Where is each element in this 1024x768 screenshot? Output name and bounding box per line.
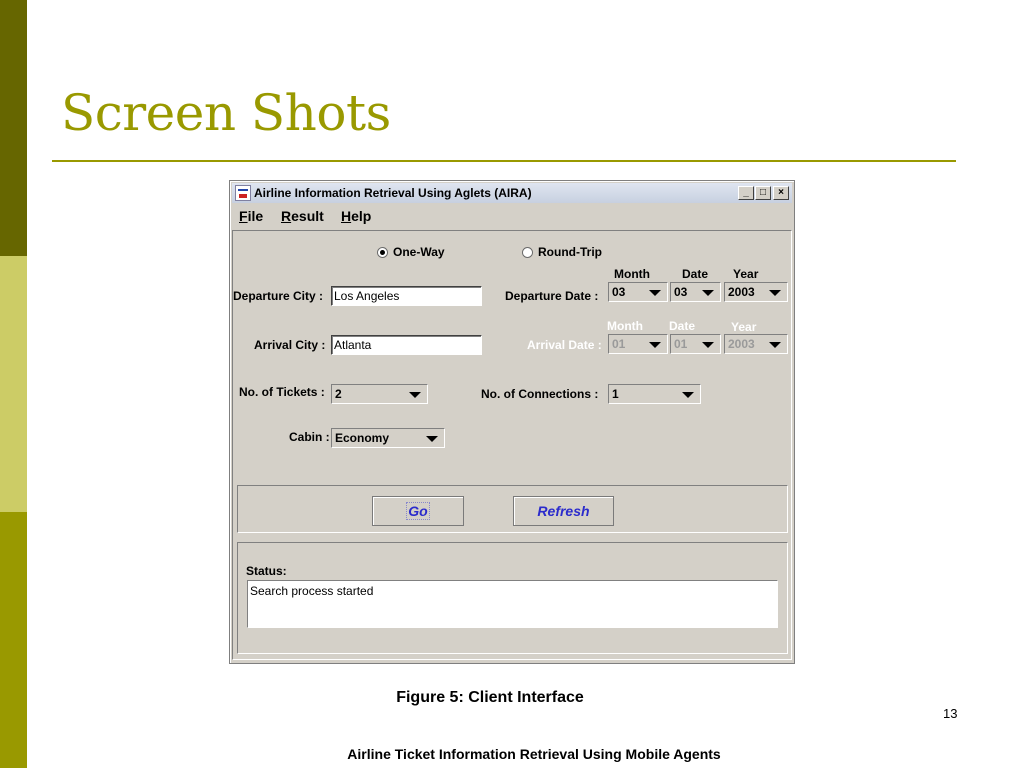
figure-caption: Figure 5: Client Interface [396, 689, 584, 706]
status-label: Status: [246, 564, 287, 578]
action-button-panel: Go Refresh [237, 485, 788, 533]
tickets-select[interactable]: 2 [331, 384, 428, 404]
menu-result-mnemonic: R [281, 208, 292, 224]
menu-help[interactable]: Help [341, 208, 371, 224]
window-titlebar[interactable]: Airline Information Retrieval Using Agle… [232, 183, 792, 203]
close-button[interactable]: × [773, 186, 789, 200]
departure-date-label: Date [682, 267, 709, 281]
round-trip-radio[interactable] [522, 247, 533, 258]
title-divider [52, 160, 956, 162]
refresh-button[interactable]: Refresh [513, 496, 614, 526]
slide-bar-top [0, 0, 27, 256]
chevron-down-icon [426, 436, 438, 442]
menu-result[interactable]: Result [281, 208, 324, 224]
arrival-day-value: 01 [674, 337, 688, 351]
arrival-city-input[interactable]: Atlanta [331, 335, 482, 355]
window-title: Airline Information Retrieval Using Agle… [254, 186, 532, 200]
arrival-month-value: 01 [612, 337, 626, 351]
go-button[interactable]: Go [372, 496, 464, 526]
round-trip-label[interactable]: Round-Trip [538, 245, 602, 259]
slide-title: Screen Shots [61, 84, 391, 142]
menu-result-label: esult [291, 208, 324, 224]
connections-label: No. of Connections : [481, 387, 599, 401]
app-window: Airline Information Retrieval Using Agle… [229, 180, 795, 664]
slide-bar-bottom [0, 512, 27, 768]
cabin-label: Cabin : [289, 430, 330, 444]
arrival-date-field-label: Arrival Date : [527, 338, 602, 352]
chevron-down-icon [769, 342, 781, 348]
departure-year-value: 2003 [728, 285, 755, 299]
arrival-month-select: 01 [608, 334, 668, 354]
departure-city-label: Departure City : [233, 289, 324, 303]
arrival-year-label: Year [731, 320, 757, 334]
menu-file-label: ile [247, 208, 264, 224]
departure-month-label: Month [614, 267, 650, 281]
arrival-day-select: 01 [670, 334, 721, 354]
chevron-down-icon [769, 290, 781, 296]
go-button-label: Go [406, 502, 430, 520]
chevron-down-icon [702, 290, 714, 296]
departure-date-field-label: Departure Date : [505, 289, 599, 303]
slide-bar-middle [0, 256, 27, 512]
departure-day-value: 03 [674, 285, 688, 299]
departure-day-select[interactable]: 03 [670, 282, 721, 302]
menu-help-mnemonic: H [341, 208, 352, 224]
menu-file[interactable]: File [239, 208, 263, 224]
slide-footer: Airline Ticket Information Retrieval Usi… [347, 746, 721, 762]
chevron-down-icon [649, 290, 661, 296]
menu-help-label: elp [351, 208, 372, 224]
arrival-date-label: Date [669, 319, 696, 333]
chevron-down-icon [702, 342, 714, 348]
cabin-select[interactable]: Economy [331, 428, 445, 448]
maximize-button[interactable]: □ [755, 186, 771, 200]
departure-month-value: 03 [612, 285, 626, 299]
status-panel: Status: Search process started [237, 542, 788, 654]
departure-year-select[interactable]: 2003 [724, 282, 788, 302]
connections-value: 1 [612, 387, 619, 401]
arrival-year-select: 2003 [724, 334, 788, 354]
page-number: 13 [943, 706, 958, 721]
menu-file-mnemonic: F [239, 208, 248, 224]
minimize-button[interactable]: _ [738, 186, 754, 200]
tickets-value: 2 [335, 387, 342, 401]
chevron-down-icon [682, 392, 694, 398]
cabin-value: Economy [335, 431, 390, 445]
menu-bar: File Result Help [232, 205, 792, 227]
tickets-label: No. of Tickets : [239, 385, 325, 399]
departure-month-select[interactable]: 03 [608, 282, 668, 302]
chevron-down-icon [649, 342, 661, 348]
arrival-year-value: 2003 [728, 337, 755, 351]
app-icon[interactable] [235, 185, 251, 201]
connections-select[interactable]: 1 [608, 384, 701, 404]
search-form-panel: One-Way Round-Trip Month Date Year Depar… [232, 230, 792, 660]
one-way-radio[interactable] [377, 247, 388, 258]
departure-city-input[interactable]: Los Angeles [331, 286, 482, 306]
status-text-area[interactable]: Search process started [247, 580, 778, 628]
one-way-label[interactable]: One-Way [393, 245, 445, 259]
arrival-city-label: Arrival City : [254, 338, 326, 352]
chevron-down-icon [409, 392, 421, 398]
arrival-month-label: Month [607, 319, 643, 333]
departure-year-label: Year [733, 267, 759, 281]
